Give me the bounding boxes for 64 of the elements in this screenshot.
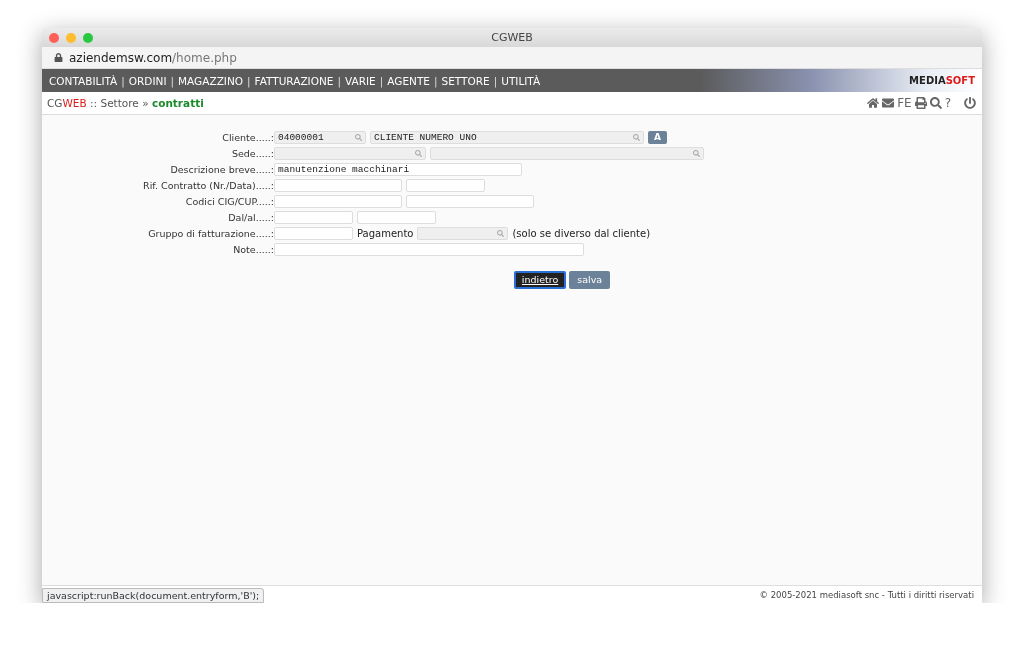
maximize-icon[interactable] [83, 32, 93, 43]
toolbar-button[interactable]: ? [944, 96, 951, 110]
field-label: Pagamento [357, 227, 414, 239]
menu-item[interactable]: CONTABILITÀ [49, 74, 118, 87]
search-icon [415, 149, 422, 157]
menu-separator: | [493, 74, 498, 87]
menu-separator: | [247, 74, 251, 87]
field-label: Gruppo di fatturazione.....: [147, 227, 274, 239]
field-label: Codici CIG/CUP.....: [184, 195, 274, 207]
menu-item[interactable]: ORDINI [128, 74, 167, 87]
menu-item[interactable]: VARIE [345, 74, 376, 87]
input-field[interactable] [274, 178, 402, 192]
menu-item[interactable]: UTILITÀ [501, 74, 541, 87]
menu-item[interactable]: FATTURAZIONE [254, 74, 334, 87]
home-icon[interactable] [867, 97, 880, 109]
copyright-text: © 2005-2021 mediasoft snc - Tutti i diritti riservati [759, 589, 974, 600]
close-icon[interactable] [49, 32, 59, 43]
lock-icon [54, 53, 63, 62]
field-label: Cliente.....: [221, 131, 274, 143]
printer-icon[interactable] [914, 97, 927, 109]
input-field[interactable]: manutenzione macchinari [274, 162, 522, 176]
minimize-icon[interactable] [66, 32, 76, 43]
save-button[interactable]: salva [569, 271, 611, 289]
back-button[interactable]: indietro [513, 271, 567, 289]
lookup-field[interactable] [417, 226, 509, 240]
power-icon[interactable] [964, 97, 976, 109]
menu-item[interactable]: SETTORE [441, 74, 490, 87]
lookup-field[interactable]: CLIENTE NUMERO UNO [370, 130, 644, 144]
field-label: Note.....: [232, 243, 274, 255]
toolbar-button[interactable]: FE [897, 96, 912, 110]
input-field[interactable] [274, 194, 402, 208]
menu-separator: | [337, 74, 341, 87]
lookup-field[interactable] [430, 146, 704, 160]
search-icon[interactable] [929, 97, 942, 109]
address-bar[interactable]: aziendemsw.com/home.php [69, 50, 237, 65]
envelope-icon[interactable] [882, 97, 895, 109]
window-title: CGWEB [491, 31, 533, 44]
field-label: Descrizione breve.....: [169, 163, 274, 175]
input-field[interactable] [274, 210, 353, 224]
input-field[interactable] [406, 178, 485, 192]
input-field[interactable] [357, 210, 436, 224]
status-tooltip: javascript:runBack(document.entryform,'B'); [42, 588, 265, 603]
input-field[interactable] [274, 242, 584, 256]
input-field[interactable] [274, 226, 353, 240]
input-field[interactable] [406, 194, 534, 208]
menu-separator: | [379, 74, 384, 87]
menu-separator: | [170, 74, 175, 87]
menu-separator: | [433, 74, 438, 87]
lookup-field[interactable] [274, 146, 426, 160]
search-icon [497, 229, 505, 237]
field-label: Rif. Contratto (Nr./Data).....: [142, 179, 274, 191]
search-icon [633, 133, 640, 141]
search-icon [355, 133, 362, 141]
breadcrumb: CGWEB :: Settore » contratti [47, 97, 204, 109]
brand-logo: MEDIASOFT [909, 75, 975, 86]
menu-separator: | [121, 74, 125, 87]
field-label: Sede.....: [230, 147, 274, 159]
field-label: Dal/al.....: [227, 211, 274, 223]
lookup-field[interactable]: 04000001 [274, 130, 366, 144]
lookup-button[interactable]: A [648, 130, 667, 144]
search-icon [693, 149, 700, 157]
menu-item[interactable]: AGENTE [387, 74, 430, 87]
field-note: (solo se diverso dal cliente) [512, 227, 651, 239]
menu-item[interactable]: MAGAZZINO [178, 74, 244, 87]
